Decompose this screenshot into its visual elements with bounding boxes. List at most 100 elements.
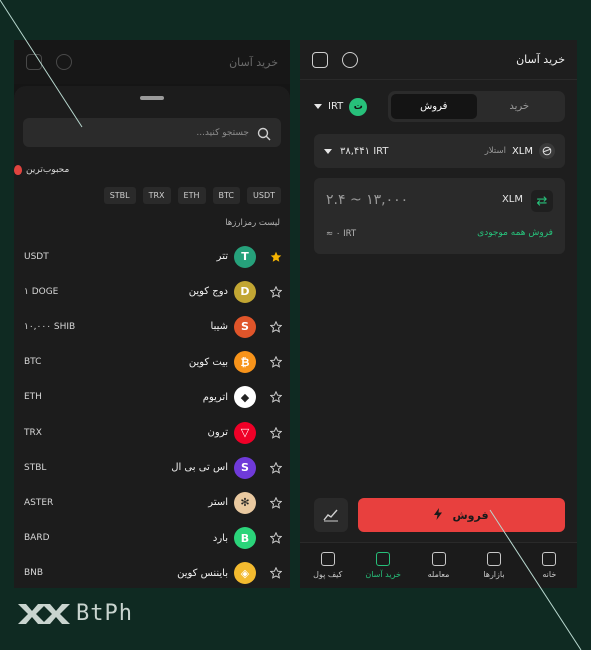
easy-trade-screen: خرید آسان IRT ت فروش خرید ۳۸,۴۴۱ IRT است… [300,40,577,588]
star-filled-icon[interactable] [270,251,282,263]
amount-card: ۲.۴ ~ ۱۳,۰۰۰ XLM ⇄ ≈ ۰ IRT فروش همه موجو… [314,178,565,254]
coin-row[interactable]: USDT تتر T [14,239,290,274]
header-icons [312,51,358,68]
star-icon[interactable] [270,567,282,580]
amount-input[interactable]: ۲.۴ ~ ۱۳,۰۰۰ [326,192,408,208]
brand-name: BtPh [76,601,133,626]
nav-home[interactable]: خانه [525,552,573,579]
coin-row[interactable]: TRX ترون ▽ [14,415,290,450]
star-icon[interactable] [270,320,282,333]
header-icons [26,54,72,70]
chart-icon [323,509,338,522]
star-icon[interactable] [270,461,282,474]
star-icon[interactable] [270,356,282,368]
balance-estimate: ≈ ۰ IRT [326,229,357,239]
dimmed-header: خرید آسان [14,40,290,84]
coin-logo-icon: ✻ [234,491,256,514]
coin-logo-icon: ▽ [234,421,256,444]
coin-name: استر [208,497,228,509]
coin-row[interactable]: STBL اس تی بی ال S [14,450,290,485]
coin-name: دوج کوین [188,286,228,298]
swap-icon[interactable]: ⇄ [531,190,553,212]
coin-logo-icon: ◆ [234,386,256,409]
coin-row[interactable]: ASTER استر ✻ [14,485,290,520]
star-icon[interactable] [270,285,282,298]
bottom-nav: خانه بازارها معامله خرید آسان کیف پول [300,542,577,588]
currency-select[interactable]: IRT ت [314,97,368,116]
coin-row[interactable]: ۱ DOGE دوج کوین D [14,274,290,309]
coin-logo-icon: ₿ [234,351,256,374]
coin-symbol: BARD [24,533,50,544]
chip-usdt[interactable]: USDT [247,187,281,204]
lightning-icon [434,507,443,523]
favorites-title: محبوب‌ترین [26,165,70,175]
stellar-icon [539,143,555,159]
coin-symbol: BTC [24,357,42,368]
pair-price: ۳۸,۴۴۱ IRT [340,145,389,157]
chip-trx[interactable]: TRX [142,187,171,204]
coin-name: اتریوم [202,391,228,403]
coin-symbol: ۱ DOGE [24,286,59,297]
help-icon [26,54,42,70]
easy-buy-icon [376,552,391,566]
coin-logo-icon: S [234,456,256,479]
trade-tabs: فروش خرید [388,91,565,122]
wallet-icon [320,552,335,566]
star-icon[interactable] [270,391,282,404]
markets-icon [486,552,501,566]
amount-currency: XLM [501,194,523,205]
coin-row[interactable]: BNB بایننس کوین ◈ [14,556,290,588]
page-title: خرید آسان [516,53,565,66]
nav-trade[interactable]: معامله [415,552,463,579]
sell-button[interactable]: فروش [358,498,565,532]
star-icon[interactable] [270,426,282,439]
chip-btc[interactable]: BTC [212,187,241,204]
nav-label: خانه [542,570,557,579]
chart-button[interactable] [314,498,348,532]
coin-symbol: ASTER [24,497,54,508]
star-icon[interactable] [270,532,282,544]
pair-coin-group: استلار XLM [485,143,555,159]
coin-symbol: ۱۰,۰۰۰ SHIB [24,321,76,332]
nav-label: بازارها [483,570,505,579]
chevron-down-icon [324,148,332,154]
coin-picker-screen: خرید آسان محبوب‌ترین STBL TRX ETH BTC US… [14,40,290,588]
nav-markets[interactable]: بازارها [470,552,518,579]
chip-eth[interactable]: ETH [177,187,206,204]
help-icon[interactable] [312,51,328,68]
coin-row[interactable]: BARD بارد B [14,521,290,556]
toman-icon: ت [349,97,368,116]
coin-name: بیت کوین [188,356,228,368]
coin-symbol: TRX [24,427,42,438]
coin-row[interactable]: BTC بیت کوین ₿ [14,345,290,380]
chevron-down-icon [314,104,322,109]
trade-controls: IRT ت فروش خرید [314,91,565,122]
fire-icon [14,165,22,175]
coin-symbol: BNB [24,568,44,579]
chip-stbl[interactable]: STBL [103,187,136,204]
coin-logo-icon: B [234,527,256,550]
history-icon [56,54,72,70]
search-bar [23,118,281,147]
coin-row[interactable]: ETH اتریوم ◆ [14,380,290,415]
sheet-grabber[interactable] [140,96,164,100]
history-icon[interactable] [342,51,358,68]
nav-label: کیف پول [313,570,343,579]
pair-name: استلار [484,146,506,156]
nav-easy-buy[interactable]: خرید آسان [359,552,407,579]
tab-buy[interactable]: خرید [477,94,563,119]
star-icon[interactable] [270,496,282,509]
coin-logo-icon: S [234,315,256,338]
tab-sell[interactable]: فروش [391,94,477,119]
pair-selector[interactable]: ۳۸,۴۴۱ IRT استلار XLM [314,134,565,168]
coin-row[interactable]: ۱۰,۰۰۰ SHIB شیبا S [14,309,290,344]
coin-name: بارد [212,532,228,544]
currency-label: IRT [328,101,344,112]
pair-symbol: XLM [511,145,533,157]
search-input[interactable] [69,127,249,138]
nav-wallet[interactable]: کیف پول [304,552,352,579]
brand-watermark: BtPh [18,601,133,626]
header: خرید آسان [300,40,577,80]
sell-all-link[interactable]: فروش همه موجودی [477,228,553,238]
coin-list-title: لیست رمزارزها [225,218,280,228]
